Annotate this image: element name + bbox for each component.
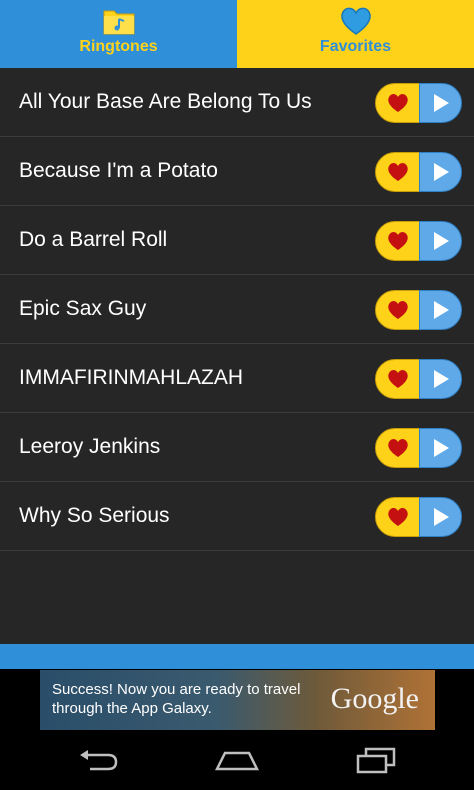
ringtone-actions: [375, 428, 462, 468]
play-button[interactable]: [419, 359, 462, 399]
recents-button[interactable]: [346, 744, 406, 778]
heart-icon: [388, 439, 408, 457]
play-button[interactable]: [419, 290, 462, 330]
heart-icon: [388, 232, 408, 250]
list-item[interactable]: All Your Base Are Belong To Us: [0, 68, 474, 137]
ringtone-title: All Your Base Are Belong To Us: [19, 90, 312, 113]
play-button[interactable]: [419, 83, 462, 123]
tab-bar: Ringtones Favorites: [0, 0, 474, 68]
list-item[interactable]: Do a Barrel Roll: [0, 206, 474, 275]
home-icon: [214, 751, 260, 771]
back-button[interactable]: [68, 744, 128, 778]
ringtone-actions: [375, 83, 462, 123]
play-button[interactable]: [419, 428, 462, 468]
list-item[interactable]: IMMAFIRINMAHLAZAH: [0, 344, 474, 413]
tab-ringtones-label: Ringtones: [79, 38, 158, 55]
ad-message: Success! Now you are ready to travel thr…: [52, 681, 301, 717]
play-button[interactable]: [419, 497, 462, 537]
ad-brand-logo: Google: [330, 682, 419, 715]
play-button[interactable]: [419, 152, 462, 192]
tab-favorites-label: Favorites: [319, 38, 392, 55]
play-icon: [433, 301, 449, 319]
list-item[interactable]: Because I'm a Potato: [0, 137, 474, 206]
tab-ringtones[interactable]: Ringtones: [0, 0, 237, 68]
ringtone-actions: [375, 290, 462, 330]
favorite-button[interactable]: [375, 83, 421, 123]
favorite-button[interactable]: [375, 428, 421, 468]
ringtone-title: Do a Barrel Roll: [19, 228, 168, 251]
ringtone-title: Because I'm a Potato: [19, 159, 218, 182]
heart-icon: [340, 7, 371, 35]
play-icon: [433, 508, 449, 526]
tab-favorites[interactable]: Favorites: [237, 0, 474, 68]
list-item[interactable]: Epic Sax Guy: [0, 275, 474, 344]
heart-icon: [388, 301, 408, 319]
ringtone-actions: [375, 221, 462, 261]
play-icon: [433, 232, 449, 250]
heart-icon: [388, 370, 408, 388]
ad-banner[interactable]: Success! Now you are ready to travel thr…: [40, 670, 435, 730]
play-button[interactable]: [419, 221, 462, 261]
favorite-button[interactable]: [375, 290, 421, 330]
ringtone-actions: [375, 497, 462, 537]
play-icon: [433, 439, 449, 457]
ringtone-actions: [375, 359, 462, 399]
heart-icon: [388, 508, 408, 526]
favorite-button[interactable]: [375, 497, 421, 537]
ringtone-actions: [375, 152, 462, 192]
ringtone-title: IMMAFIRINMAHLAZAH: [19, 366, 244, 389]
play-icon: [433, 370, 449, 388]
folder-music-icon: [103, 10, 134, 35]
favorite-button[interactable]: [375, 221, 421, 261]
recents-icon: [356, 747, 396, 774]
list-item[interactable]: Leeroy Jenkins: [0, 413, 474, 482]
ringtone-title: Leeroy Jenkins: [19, 435, 161, 458]
favorite-button[interactable]: [375, 359, 421, 399]
list-item[interactable]: Why So Serious: [0, 482, 474, 551]
heart-icon: [388, 163, 408, 181]
play-icon: [433, 163, 449, 181]
home-button[interactable]: [207, 744, 267, 778]
ringtone-title: Why So Serious: [19, 504, 170, 527]
ringtone-title: Epic Sax Guy: [19, 297, 147, 320]
system-nav-bar: [0, 730, 474, 790]
bottom-accent-bar: [0, 644, 474, 669]
heart-icon: [388, 94, 408, 112]
ringtone-list: All Your Base Are Belong To Us Because I…: [0, 68, 474, 644]
back-icon: [80, 750, 118, 771]
favorite-button[interactable]: [375, 152, 421, 192]
play-icon: [433, 94, 449, 112]
